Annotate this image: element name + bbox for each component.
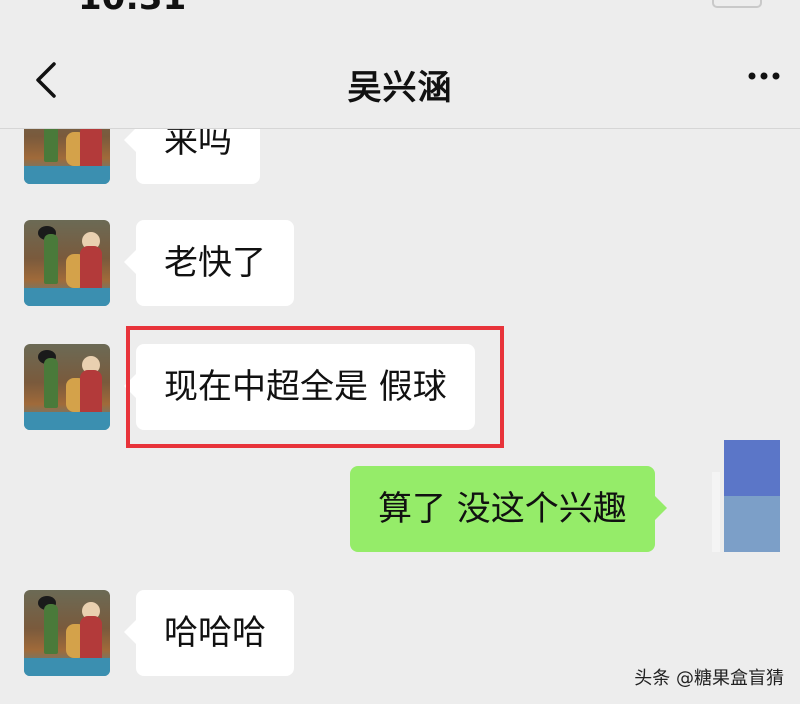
- contact-avatar[interactable]: [24, 128, 110, 184]
- more-options-icon[interactable]: [744, 64, 784, 88]
- self-avatar-frame: [712, 472, 720, 552]
- status-bar: 10:31 ⌒: [0, 0, 800, 28]
- chat-header: 吴兴涵: [0, 28, 800, 129]
- message-bubble-incoming[interactable]: 老快了: [124, 220, 294, 306]
- message-bubble-incoming[interactable]: 哈哈哈: [124, 590, 294, 676]
- watermark: 头条 @糖果盒盲猜: [634, 668, 784, 689]
- chat-title: 吴兴涵: [347, 68, 453, 108]
- contact-avatar[interactable]: [24, 344, 110, 430]
- highlight-annotation-box: [126, 326, 504, 448]
- message-bubble-incoming[interactable]: 来吗: [124, 128, 260, 184]
- contact-avatar[interactable]: [24, 220, 110, 306]
- contact-avatar[interactable]: [24, 590, 110, 676]
- wifi-icon: ⌒: [668, 0, 688, 16]
- message-bubble-outgoing[interactable]: 算了 没这个兴趣: [350, 466, 667, 552]
- status-time: 10:31: [78, 0, 186, 18]
- battery-icon: [712, 0, 762, 8]
- message-list[interactable]: 来吗 老快了 现在中超全是 假球 算了 没这个兴趣 哈哈哈: [0, 128, 800, 704]
- self-avatar[interactable]: [724, 440, 780, 552]
